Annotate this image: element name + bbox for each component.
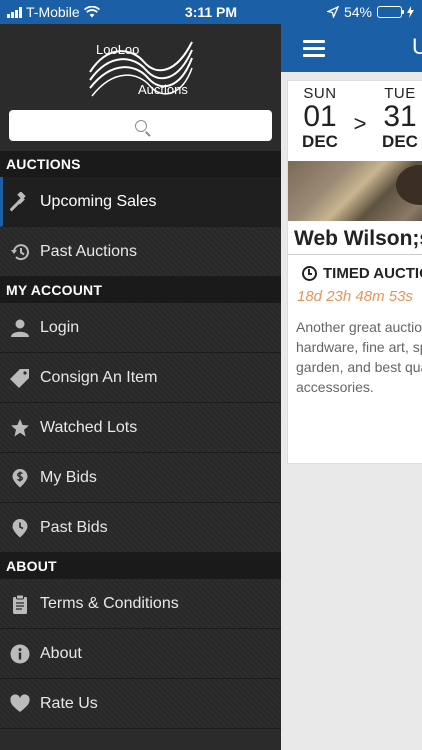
battery-icon — [377, 6, 404, 18]
section-about: ABOUT — [0, 553, 281, 579]
auction-countdown: 18d 23h 48m 53s — [297, 288, 413, 305]
menu-item-label: Past Auctions — [40, 242, 137, 260]
history-icon — [8, 240, 32, 264]
main-content: U SUN 01 DEC > TUE 31 DEC Web Wilson;s T… — [281, 24, 422, 750]
user-icon — [8, 316, 32, 340]
logo-text-bottom: Auctions — [138, 82, 188, 97]
menu-item-terms[interactable]: Terms & Conditions — [0, 579, 281, 629]
search-input[interactable] — [9, 110, 272, 141]
battery-percent: 54% — [343, 4, 372, 20]
menu-item-label: Rate Us — [40, 694, 98, 712]
top-app-bar: U — [281, 24, 422, 72]
menu-icon[interactable] — [303, 40, 325, 57]
auction-title: Web Wilson;s — [288, 221, 422, 255]
auction-card[interactable]: SUN 01 DEC > TUE 31 DEC Web Wilson;s TIM… — [287, 80, 422, 464]
menu-item-label: Terms & Conditions — [40, 594, 179, 612]
menu-item-label: About — [40, 644, 82, 662]
section-auctions: AUCTIONS — [0, 151, 281, 177]
clock-pin-icon — [8, 516, 32, 540]
start-date: SUN 01 DEC — [288, 85, 352, 152]
nav-drawer: LooLoo Auctions AUCTIONS Upcoming Sales … — [0, 24, 281, 750]
auction-type-label: TIMED AUCTION — [323, 265, 422, 282]
drawer-menu: AUCTIONS Upcoming Sales Past Auctions MY… — [0, 151, 281, 729]
tag-icon — [8, 366, 32, 390]
end-day: 31 — [383, 100, 417, 133]
clock-icon — [302, 266, 317, 281]
auction-description: Another great auction of hardware, fine … — [296, 319, 422, 395]
page-title: U — [412, 34, 422, 59]
menu-item-label: Watched Lots — [40, 418, 138, 436]
end-month: DEC — [382, 132, 418, 151]
section-my-account: MY ACCOUNT — [0, 277, 281, 303]
auction-image — [288, 161, 422, 221]
gavel-icon — [8, 190, 32, 214]
menu-item-label: Upcoming Sales — [40, 192, 157, 210]
menu-item-login[interactable]: Login — [0, 303, 281, 353]
auction-dates: SUN 01 DEC > TUE 31 DEC — [288, 81, 422, 161]
menu-item-label: My Bids — [40, 468, 97, 486]
status-bar: T-Mobile 3:11 PM 54% — [0, 0, 422, 24]
menu-item-rate-us[interactable]: Rate Us — [0, 679, 281, 729]
looloo-logo: LooLoo Auctions — [0, 24, 281, 108]
clipboard-icon — [8, 592, 32, 616]
menu-item-about[interactable]: About — [0, 629, 281, 679]
dollar-pin-icon — [8, 466, 32, 490]
end-date: TUE 31 DEC — [368, 85, 422, 152]
menu-item-watched-lots[interactable]: Watched Lots — [0, 403, 281, 453]
menu-item-consign[interactable]: Consign An Item — [0, 353, 281, 403]
menu-item-label: Login — [40, 318, 80, 336]
start-month: DEC — [302, 132, 338, 151]
menu-item-past-bids[interactable]: Past Bids — [0, 503, 281, 553]
date-separator: > — [353, 111, 367, 136]
status-right: 54% — [326, 4, 414, 20]
star-icon — [8, 416, 32, 440]
charging-bolt-icon — [407, 6, 414, 18]
menu-item-label: Consign An Item — [40, 368, 158, 386]
auction-type: TIMED AUCTION — [288, 255, 422, 282]
heart-icon — [8, 692, 32, 716]
location-arrow-icon — [326, 6, 339, 18]
menu-item-upcoming-sales[interactable]: Upcoming Sales — [0, 177, 281, 227]
info-icon — [8, 642, 32, 666]
start-day: 01 — [303, 100, 337, 133]
search-icon — [134, 119, 147, 132]
logo-text-top: LooLoo — [96, 42, 140, 57]
menu-item-my-bids[interactable]: My Bids — [0, 453, 281, 503]
menu-item-past-auctions[interactable]: Past Auctions — [0, 227, 281, 277]
menu-item-label: Past Bids — [40, 518, 108, 536]
